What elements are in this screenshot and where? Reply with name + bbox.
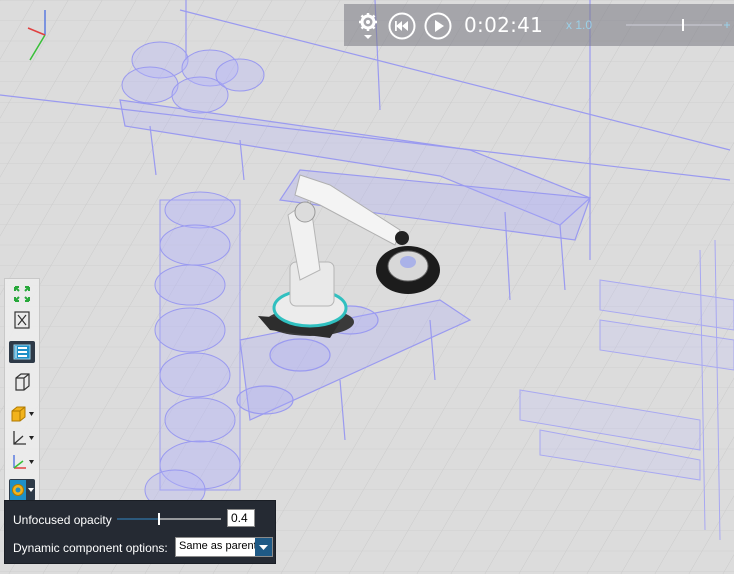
playback-bar: 0:02:41 x 1.0 — [344, 4, 734, 46]
unfocused-opacity-input[interactable]: 0.4 — [227, 509, 255, 527]
fit-selection-icon[interactable] — [9, 309, 35, 331]
playback-time: 0:02:41 — [464, 13, 544, 37]
unfocused-opacity-slider[interactable] — [117, 511, 223, 527]
rewind-icon[interactable] — [388, 12, 416, 40]
chevron-down-icon[interactable] — [255, 538, 272, 556]
layout-toggle-icon[interactable] — [9, 341, 35, 363]
axis-frame-icon[interactable] — [9, 427, 35, 449]
gear-icon[interactable] — [358, 12, 378, 40]
dynamic-component-label: Dynamic component options: — [13, 541, 168, 555]
view-toolbar — [4, 278, 40, 504]
play-icon[interactable] — [424, 12, 452, 40]
unfocused-opacity-label: Unfocused opacity — [13, 513, 112, 527]
dynamic-component-select[interactable]: Same as parent — [175, 537, 273, 557]
dynamic-component-value: Same as parent — [179, 540, 257, 552]
opacity-options-panel: Unfocused opacity 0.4 Dynamic component … — [4, 500, 276, 564]
fit-to-view-icon[interactable] — [9, 283, 35, 305]
speed-slider[interactable] — [624, 14, 732, 36]
render-mode-icon[interactable] — [9, 403, 35, 425]
speed-label: x 1.0 — [566, 18, 593, 32]
opacity-settings-icon[interactable] — [9, 479, 35, 501]
world-axis-icon[interactable] — [9, 451, 35, 473]
3d-viewport[interactable] — [0, 0, 734, 574]
perspective-cube-icon[interactable] — [9, 371, 35, 393]
